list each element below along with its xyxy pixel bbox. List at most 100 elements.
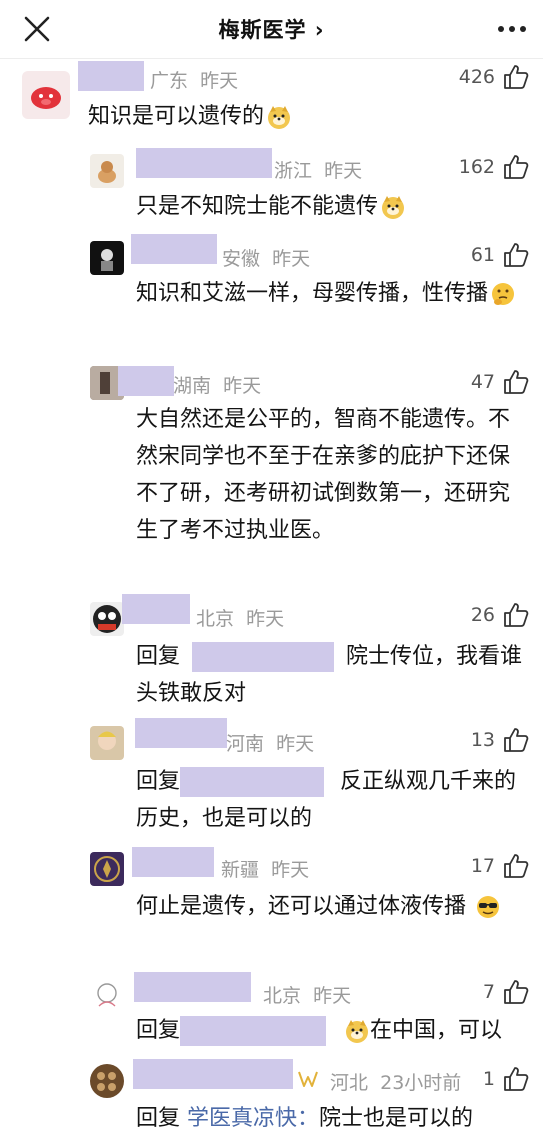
like-count: 13 xyxy=(470,729,495,751)
more-icon[interactable] xyxy=(497,22,527,36)
comment-text-content: 院士也是可以的 xyxy=(319,1106,474,1131)
doge-emoji-icon xyxy=(268,106,291,129)
like-count: 17 xyxy=(470,855,495,877)
thumbs-up-icon[interactable] xyxy=(503,64,529,90)
reply-target-redacted[interactable] xyxy=(192,642,335,672)
comment-text: 大自然还是公平的，智商不能遗传。不然宋同学也不至于在亲爹的庇护下还保不了研，还考… xyxy=(136,407,511,543)
thinking-emoji-icon xyxy=(492,283,515,305)
timestamp: 昨天 xyxy=(272,248,311,270)
reply-item: 河南 昨天 13 回复 反正纵观几千来的历史，也是可以的 xyxy=(0,718,543,844)
comment-meta: 湖南 昨天 xyxy=(173,371,261,398)
thumbs-up-icon[interactable] xyxy=(503,154,529,180)
avatar[interactable] xyxy=(90,978,124,1012)
comment-text: 只是不知院士能不能遗传 xyxy=(136,188,528,225)
comment-text-content: 知识是可以遗传的 xyxy=(88,104,265,129)
avatar[interactable] xyxy=(90,1064,124,1098)
comment-meta: 浙江 昨天 xyxy=(274,156,362,183)
comment-text: 回复 院士传位，我看谁头铁敢反对 xyxy=(136,638,528,712)
avatar[interactable] xyxy=(90,241,124,275)
location: 河南 xyxy=(226,733,265,755)
thumbs-up-icon[interactable] xyxy=(503,1066,529,1092)
username-redacted[interactable] xyxy=(122,594,190,624)
timestamp: 昨天 xyxy=(200,70,239,92)
thumbs-up-icon[interactable] xyxy=(503,602,529,628)
thumbs-up-icon[interactable] xyxy=(503,727,529,753)
comment-meta: 安徽 昨天 xyxy=(222,244,310,271)
location: 湖南 xyxy=(173,375,212,397)
avatar[interactable] xyxy=(90,154,124,188)
username-redacted[interactable] xyxy=(132,847,214,877)
reply-target[interactable]: 学医真凉快： xyxy=(187,1106,319,1131)
username-redacted[interactable] xyxy=(78,61,144,91)
reply-target-redacted[interactable] xyxy=(180,1016,327,1046)
reply-prefix: 回复 xyxy=(136,769,181,794)
username-redacted[interactable] xyxy=(135,718,227,748)
timestamp: 23小时前 xyxy=(380,1072,462,1094)
timestamp: 昨天 xyxy=(324,160,363,182)
page-title[interactable]: 梅斯医学 › xyxy=(0,14,543,44)
comment-meta: 广东 昨天 xyxy=(150,66,238,93)
reply-item: 北京 昨天 26 回复 院士传位，我看谁头铁敢反对 xyxy=(0,592,543,718)
thumbs-up-icon[interactable] xyxy=(503,979,529,1005)
comment-text-content: 在中国，可以 xyxy=(370,1018,503,1043)
vip-badge-icon xyxy=(298,1071,318,1087)
like-count: 426 xyxy=(458,66,495,88)
thumbs-up-icon[interactable] xyxy=(503,242,529,268)
username-redacted[interactable] xyxy=(118,366,174,396)
reply-item: 安徽 昨天 61 知识和艾滋一样，母婴传播，性传播 xyxy=(0,234,543,360)
reply-item: 北京 昨天 7 回复 在中国，可以 xyxy=(0,970,543,1056)
comment-text-content: 只是不知院士能不能遗传 xyxy=(136,194,379,219)
timestamp: 昨天 xyxy=(271,859,310,881)
top-bar: 梅斯医学 › xyxy=(0,0,543,59)
comment-text: 知识是可以遗传的 xyxy=(88,98,518,135)
reply-item: 湖南 昨天 47 大自然还是公平的，智商不能遗传。不然宋同学也不至于在亲爹的庇护… xyxy=(0,360,543,592)
like-count: 162 xyxy=(458,156,495,178)
like-count: 47 xyxy=(470,371,495,393)
comment-text: 知识和艾滋一样，母婴传播，性传播 xyxy=(136,275,528,312)
doge-emoji-icon xyxy=(346,1020,369,1043)
comment-text: 回复 在中国，可以 xyxy=(136,1012,528,1049)
location: 新疆 xyxy=(221,859,260,881)
reply-item: 河北 23小时前 1 回复 学医真凉快：院士也是可以的 xyxy=(0,1056,543,1145)
comment-item: 广东 昨天 426 知识是可以遗传的 xyxy=(0,58,543,148)
username-redacted[interactable] xyxy=(136,148,272,178)
thumbs-up-icon[interactable] xyxy=(503,853,529,879)
comment-text: 回复 学医真凉快：院士也是可以的 xyxy=(136,1100,528,1137)
timestamp: 昨天 xyxy=(223,375,262,397)
username-redacted[interactable] xyxy=(131,234,217,264)
like-count: 61 xyxy=(470,244,495,266)
comment-text-content: 知识和艾滋一样，母婴传播，性传播 xyxy=(136,281,489,306)
thumbs-up-icon[interactable] xyxy=(503,369,529,395)
location: 广东 xyxy=(150,70,189,92)
avatar[interactable] xyxy=(90,852,124,886)
username-redacted[interactable] xyxy=(133,1059,293,1089)
location: 河北 xyxy=(330,1072,369,1094)
like-count: 26 xyxy=(470,604,495,626)
location: 北京 xyxy=(196,608,235,630)
comment-meta: 河南 昨天 xyxy=(226,729,314,756)
doge-emoji-icon xyxy=(382,196,405,219)
reply-prefix: 回复 xyxy=(136,1106,181,1131)
like-count: 1 xyxy=(482,1068,495,1090)
comment-text-content: 何止是遗传，还可以通过体液传播 xyxy=(136,894,467,919)
sunglasses-emoji-icon xyxy=(477,896,500,918)
location: 安徽 xyxy=(222,248,261,270)
comment-meta: 河北 23小时前 xyxy=(330,1068,461,1095)
like-count: 7 xyxy=(482,981,495,1003)
reply-target-redacted[interactable] xyxy=(180,767,325,797)
avatar[interactable] xyxy=(22,71,70,119)
username-redacted[interactable] xyxy=(134,972,251,1002)
comment-meta: 北京 昨天 xyxy=(263,981,351,1008)
reply-prefix: 回复 xyxy=(136,1018,181,1043)
location: 浙江 xyxy=(274,160,313,182)
comment-meta: 北京 昨天 xyxy=(196,604,284,631)
timestamp: 昨天 xyxy=(313,985,352,1007)
reply-item: 新疆 昨天 17 何止是遗传，还可以通过体液传播 xyxy=(0,844,543,970)
comment-meta: 新疆 昨天 xyxy=(221,855,309,882)
avatar[interactable] xyxy=(90,726,124,760)
reply-prefix: 回复 xyxy=(136,644,181,669)
avatar[interactable] xyxy=(90,602,124,636)
timestamp: 昨天 xyxy=(246,608,285,630)
location: 北京 xyxy=(263,985,302,1007)
comment-text: 回复 反正纵观几千来的历史，也是可以的 xyxy=(136,763,528,837)
